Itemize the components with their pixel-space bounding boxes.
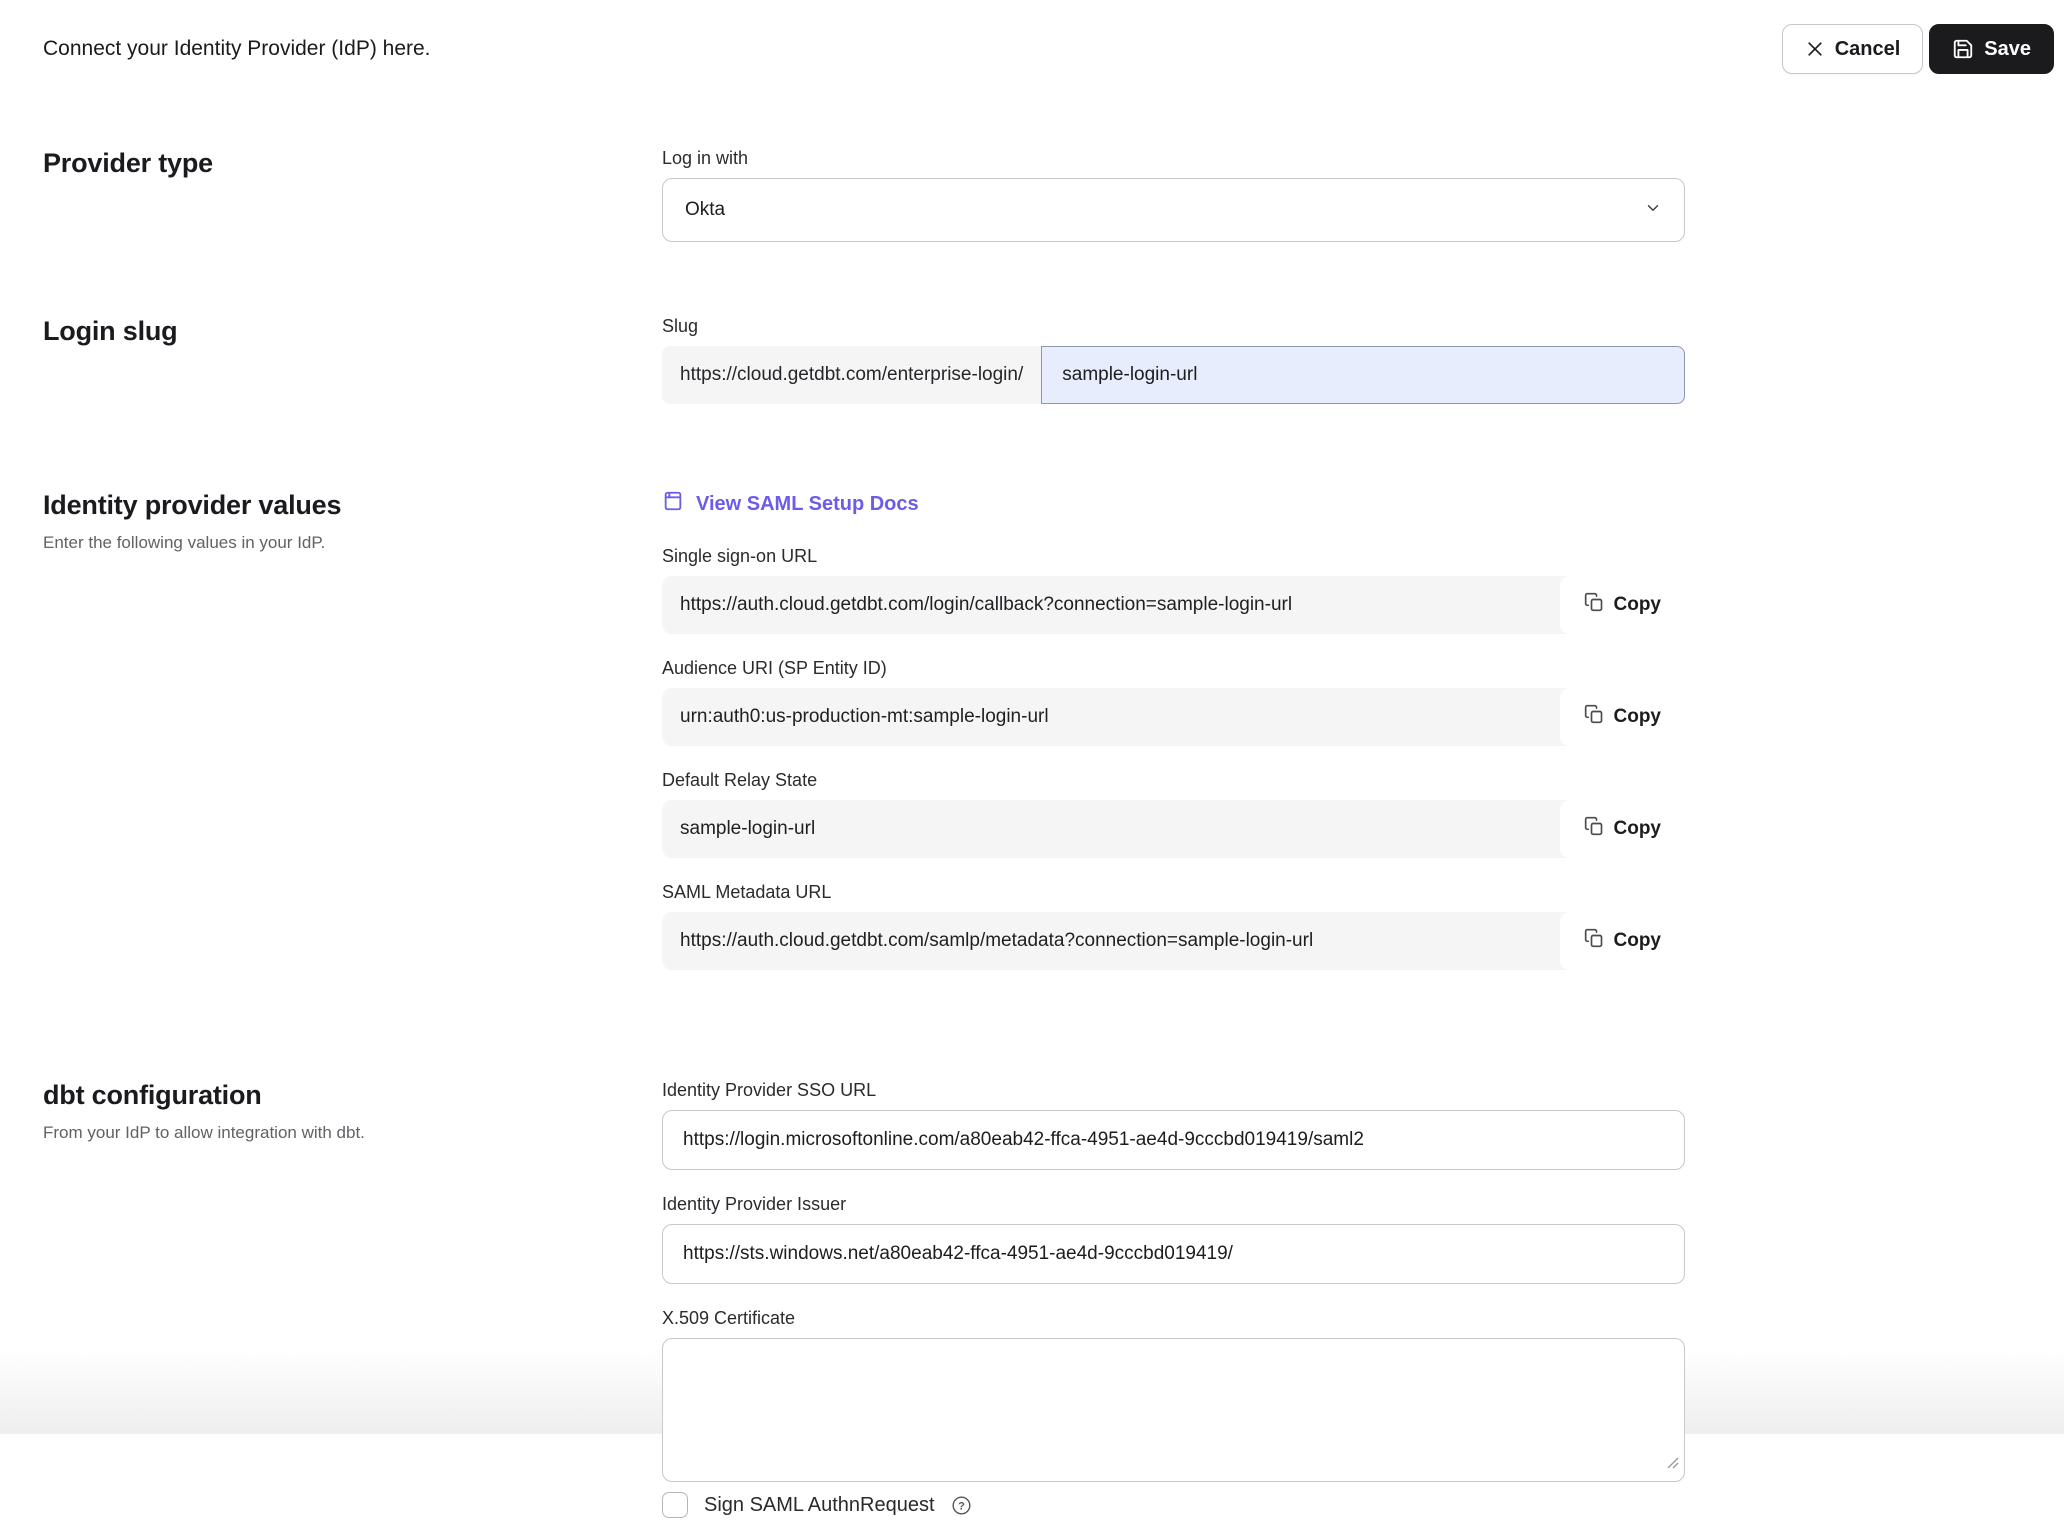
- copy-icon: [1584, 928, 1604, 954]
- login-with-select[interactable]: Okta: [662, 178, 1685, 242]
- slug-input-group: https://cloud.getdbt.com/enterprise-logi…: [662, 346, 1685, 404]
- chevron-down-icon: [1644, 199, 1662, 222]
- section-login-slug: Login slug Slug https://cloud.getdbt.com…: [43, 316, 2021, 404]
- saml-metadata-url-label: SAML Metadata URL: [662, 882, 1685, 903]
- login-slug-heading: Login slug: [43, 316, 662, 347]
- saml-metadata-url-field: https://auth.cloud.getdbt.com/samlp/meta…: [662, 912, 1685, 970]
- save-button-label: Save: [1984, 38, 2031, 61]
- sign-authn-label: Sign SAML AuthnRequest: [704, 1494, 935, 1517]
- sign-authn-row: Sign SAML AuthnRequest ?: [662, 1492, 1685, 1528]
- audience-uri-label: Audience URI (SP Entity ID): [662, 658, 1685, 679]
- x509-certificate-block: X.509 Certificate: [662, 1308, 1685, 1482]
- x509-certificate-textarea[interactable]: [662, 1338, 1685, 1482]
- readonly-field-sso-url: Single sign-on URL https://auth.cloud.ge…: [662, 546, 1685, 634]
- copy-icon: [1584, 592, 1604, 618]
- x509-certificate-label: X.509 Certificate: [662, 1308, 1685, 1329]
- dbt-configuration-heading: dbt configuration: [43, 1080, 662, 1111]
- header-actions: Cancel Save: [1782, 24, 2054, 74]
- idp-issuer-label: Identity Provider Issuer: [662, 1194, 1685, 1215]
- idp-sso-url-input[interactable]: [662, 1110, 1685, 1170]
- question-circle-icon[interactable]: ?: [951, 1495, 972, 1516]
- view-saml-docs-link[interactable]: View SAML Setup Docs: [662, 490, 919, 518]
- slug-label: Slug: [662, 316, 1685, 337]
- single-sign-on-url-label: Single sign-on URL: [662, 546, 1685, 567]
- cancel-button[interactable]: Cancel: [1782, 24, 1924, 74]
- readonly-field-metadata-url: SAML Metadata URL https://auth.cloud.get…: [662, 882, 1685, 970]
- cancel-button-label: Cancel: [1835, 38, 1901, 61]
- saml-metadata-url-value: https://auth.cloud.getdbt.com/samlp/meta…: [662, 912, 1331, 970]
- single-sign-on-url-field: https://auth.cloud.getdbt.com/login/call…: [662, 576, 1685, 634]
- default-relay-state-field: sample-login-url Copy: [662, 800, 1685, 858]
- copy-button-label: Copy: [1614, 594, 1662, 616]
- svg-text:?: ?: [958, 1500, 965, 1512]
- slug-url-prefix: https://cloud.getdbt.com/enterprise-logi…: [662, 346, 1041, 404]
- dbt-configuration-subtitle: From your IdP to allow integration with …: [43, 1123, 662, 1143]
- section-provider-type: Provider type Log in with Okta: [43, 148, 2021, 242]
- readonly-field-audience-uri: Audience URI (SP Entity ID) urn:auth0:us…: [662, 658, 1685, 746]
- idp-values-heading: Identity provider values: [43, 490, 662, 521]
- idp-sso-url-label: Identity Provider SSO URL: [662, 1080, 1685, 1101]
- view-saml-docs-label: View SAML Setup Docs: [696, 493, 919, 516]
- audience-uri-field: urn:auth0:us-production-mt:sample-login-…: [662, 688, 1685, 746]
- audience-uri-value: urn:auth0:us-production-mt:sample-login-…: [662, 688, 1067, 746]
- sso-settings-form: Provider type Log in with Okta Login slu…: [0, 148, 2064, 1528]
- sign-authn-checkbox[interactable]: [662, 1492, 688, 1518]
- copy-button[interactable]: Copy: [1560, 576, 1686, 634]
- default-relay-state-label: Default Relay State: [662, 770, 1685, 791]
- copy-button-label: Copy: [1614, 930, 1662, 952]
- login-with-label: Log in with: [662, 148, 1685, 169]
- default-relay-state-value: sample-login-url: [662, 800, 833, 858]
- floppy-disk-icon: [1952, 38, 1974, 60]
- login-with-selected-value: Okta: [685, 199, 725, 221]
- copy-icon: [1584, 816, 1604, 842]
- copy-button[interactable]: Copy: [1560, 800, 1686, 858]
- provider-type-heading: Provider type: [43, 148, 662, 179]
- section-idp-values: Identity provider values Enter the follo…: [43, 490, 2021, 994]
- copy-button-label: Copy: [1614, 706, 1662, 728]
- section-dbt-configuration: dbt configuration From your IdP to allow…: [43, 1080, 2021, 1528]
- idp-issuer-block: Identity Provider Issuer: [662, 1194, 1685, 1284]
- idp-issuer-input[interactable]: [662, 1224, 1685, 1284]
- idp-values-subtitle: Enter the following values in your IdP.: [43, 533, 662, 553]
- topbar: Connect your Identity Provider (IdP) her…: [0, 0, 2064, 98]
- page-title: Connect your Identity Provider (IdP) her…: [43, 37, 431, 61]
- copy-button[interactable]: Copy: [1560, 688, 1686, 746]
- idp-sso-url-block: Identity Provider SSO URL: [662, 1080, 1685, 1170]
- copy-button[interactable]: Copy: [1560, 912, 1686, 970]
- save-button[interactable]: Save: [1929, 24, 2054, 74]
- single-sign-on-url-value: https://auth.cloud.getdbt.com/login/call…: [662, 576, 1310, 634]
- copy-button-label: Copy: [1614, 818, 1662, 840]
- readonly-field-relay-state: Default Relay State sample-login-url Cop…: [662, 770, 1685, 858]
- x-icon: [1805, 39, 1825, 59]
- copy-icon: [1584, 704, 1604, 730]
- document-icon: [662, 490, 684, 518]
- slug-input[interactable]: [1041, 346, 1685, 404]
